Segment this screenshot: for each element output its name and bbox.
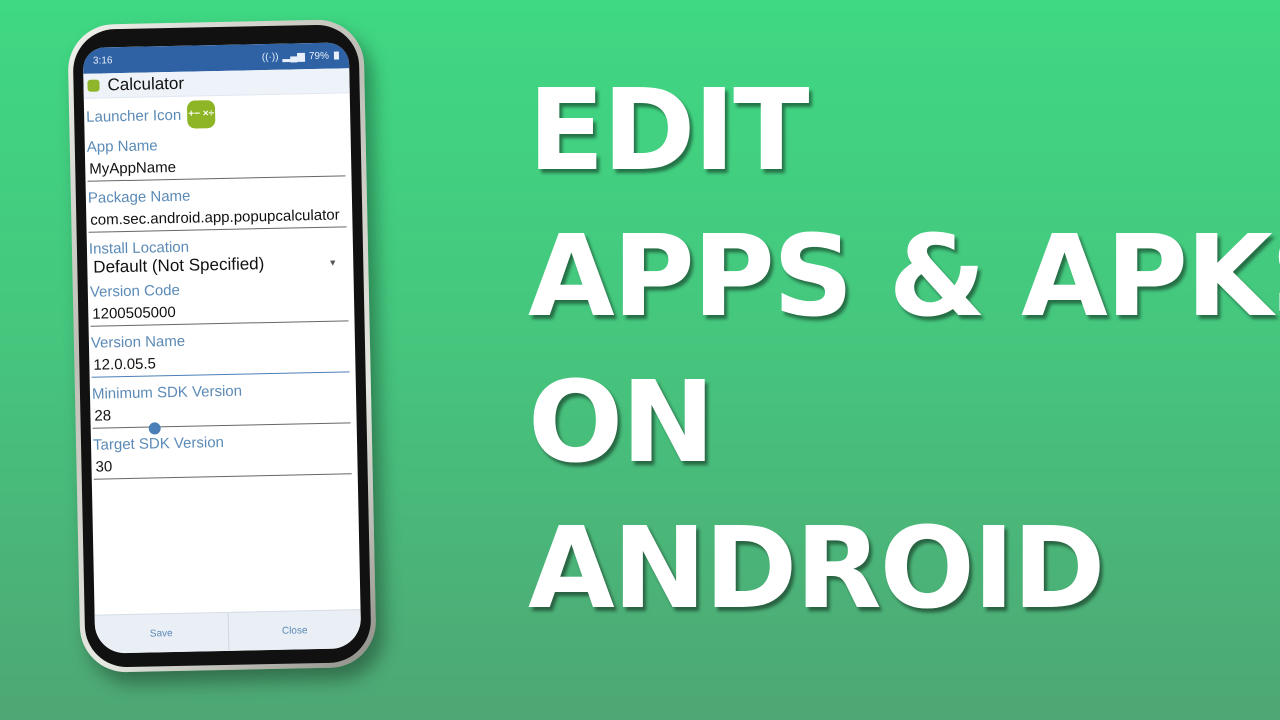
calculator-app-icon: [87, 79, 100, 92]
app-title: Calculator: [107, 73, 185, 95]
headline-line-2: APPS & APKS: [528, 212, 1280, 342]
status-icons: ((·)) ▂▄▆ 79%: [261, 50, 340, 63]
install-location-value: Default (Not Specified): [93, 254, 265, 277]
package-name-input[interactable]: com.sec.android.app.popupcalculator: [88, 201, 347, 233]
version-code-input[interactable]: 1200505000: [90, 295, 349, 327]
save-button[interactable]: Save: [95, 613, 228, 654]
min-sdk-input[interactable]: 28: [92, 397, 351, 429]
phone-bezel: 3:16 ((·)) ▂▄▆ 79% Calculator Launcher I…: [72, 24, 372, 668]
dropdown-caret-icon: ▼: [328, 257, 338, 268]
battery-icon: [333, 51, 340, 60]
app-titlebar: Calculator: [83, 68, 350, 99]
close-button[interactable]: Close: [227, 610, 362, 651]
signal-icon: ▂▄▆: [282, 50, 306, 63]
status-time: 3:16: [92, 54, 113, 67]
bottom-action-bar: Save Close: [94, 609, 362, 654]
launcher-icon-row: Launcher Icon +− ×÷: [86, 97, 345, 130]
headline-line-1: EDIT: [528, 66, 810, 196]
headline-line-4: ANDROID: [528, 504, 1105, 634]
edit-form: Launcher Icon +− ×÷ App Name MyAppName P…: [84, 97, 358, 480]
launcher-icon-label: Launcher Icon: [85, 106, 182, 126]
phone-mockup: 3:16 ((·)) ▂▄▆ 79% Calculator Launcher I…: [67, 18, 377, 674]
app-name-input[interactable]: MyAppName: [86, 150, 346, 182]
hotspot-icon: ((·)): [261, 51, 279, 63]
phone-screen: 3:16 ((·)) ▂▄▆ 79% Calculator Launcher I…: [82, 42, 362, 654]
version-name-input[interactable]: 12.0.05.5: [91, 346, 350, 378]
launcher-icon-button[interactable]: +− ×÷: [186, 100, 216, 129]
battery-percent: 79%: [308, 50, 330, 62]
target-sdk-input[interactable]: 30: [93, 448, 352, 480]
headline-line-3: ON: [528, 358, 715, 488]
install-location-select[interactable]: Default (Not Specified) ▼: [89, 252, 347, 281]
headline: EDIT APPS & APKS ON ANDROID: [528, 58, 1280, 642]
